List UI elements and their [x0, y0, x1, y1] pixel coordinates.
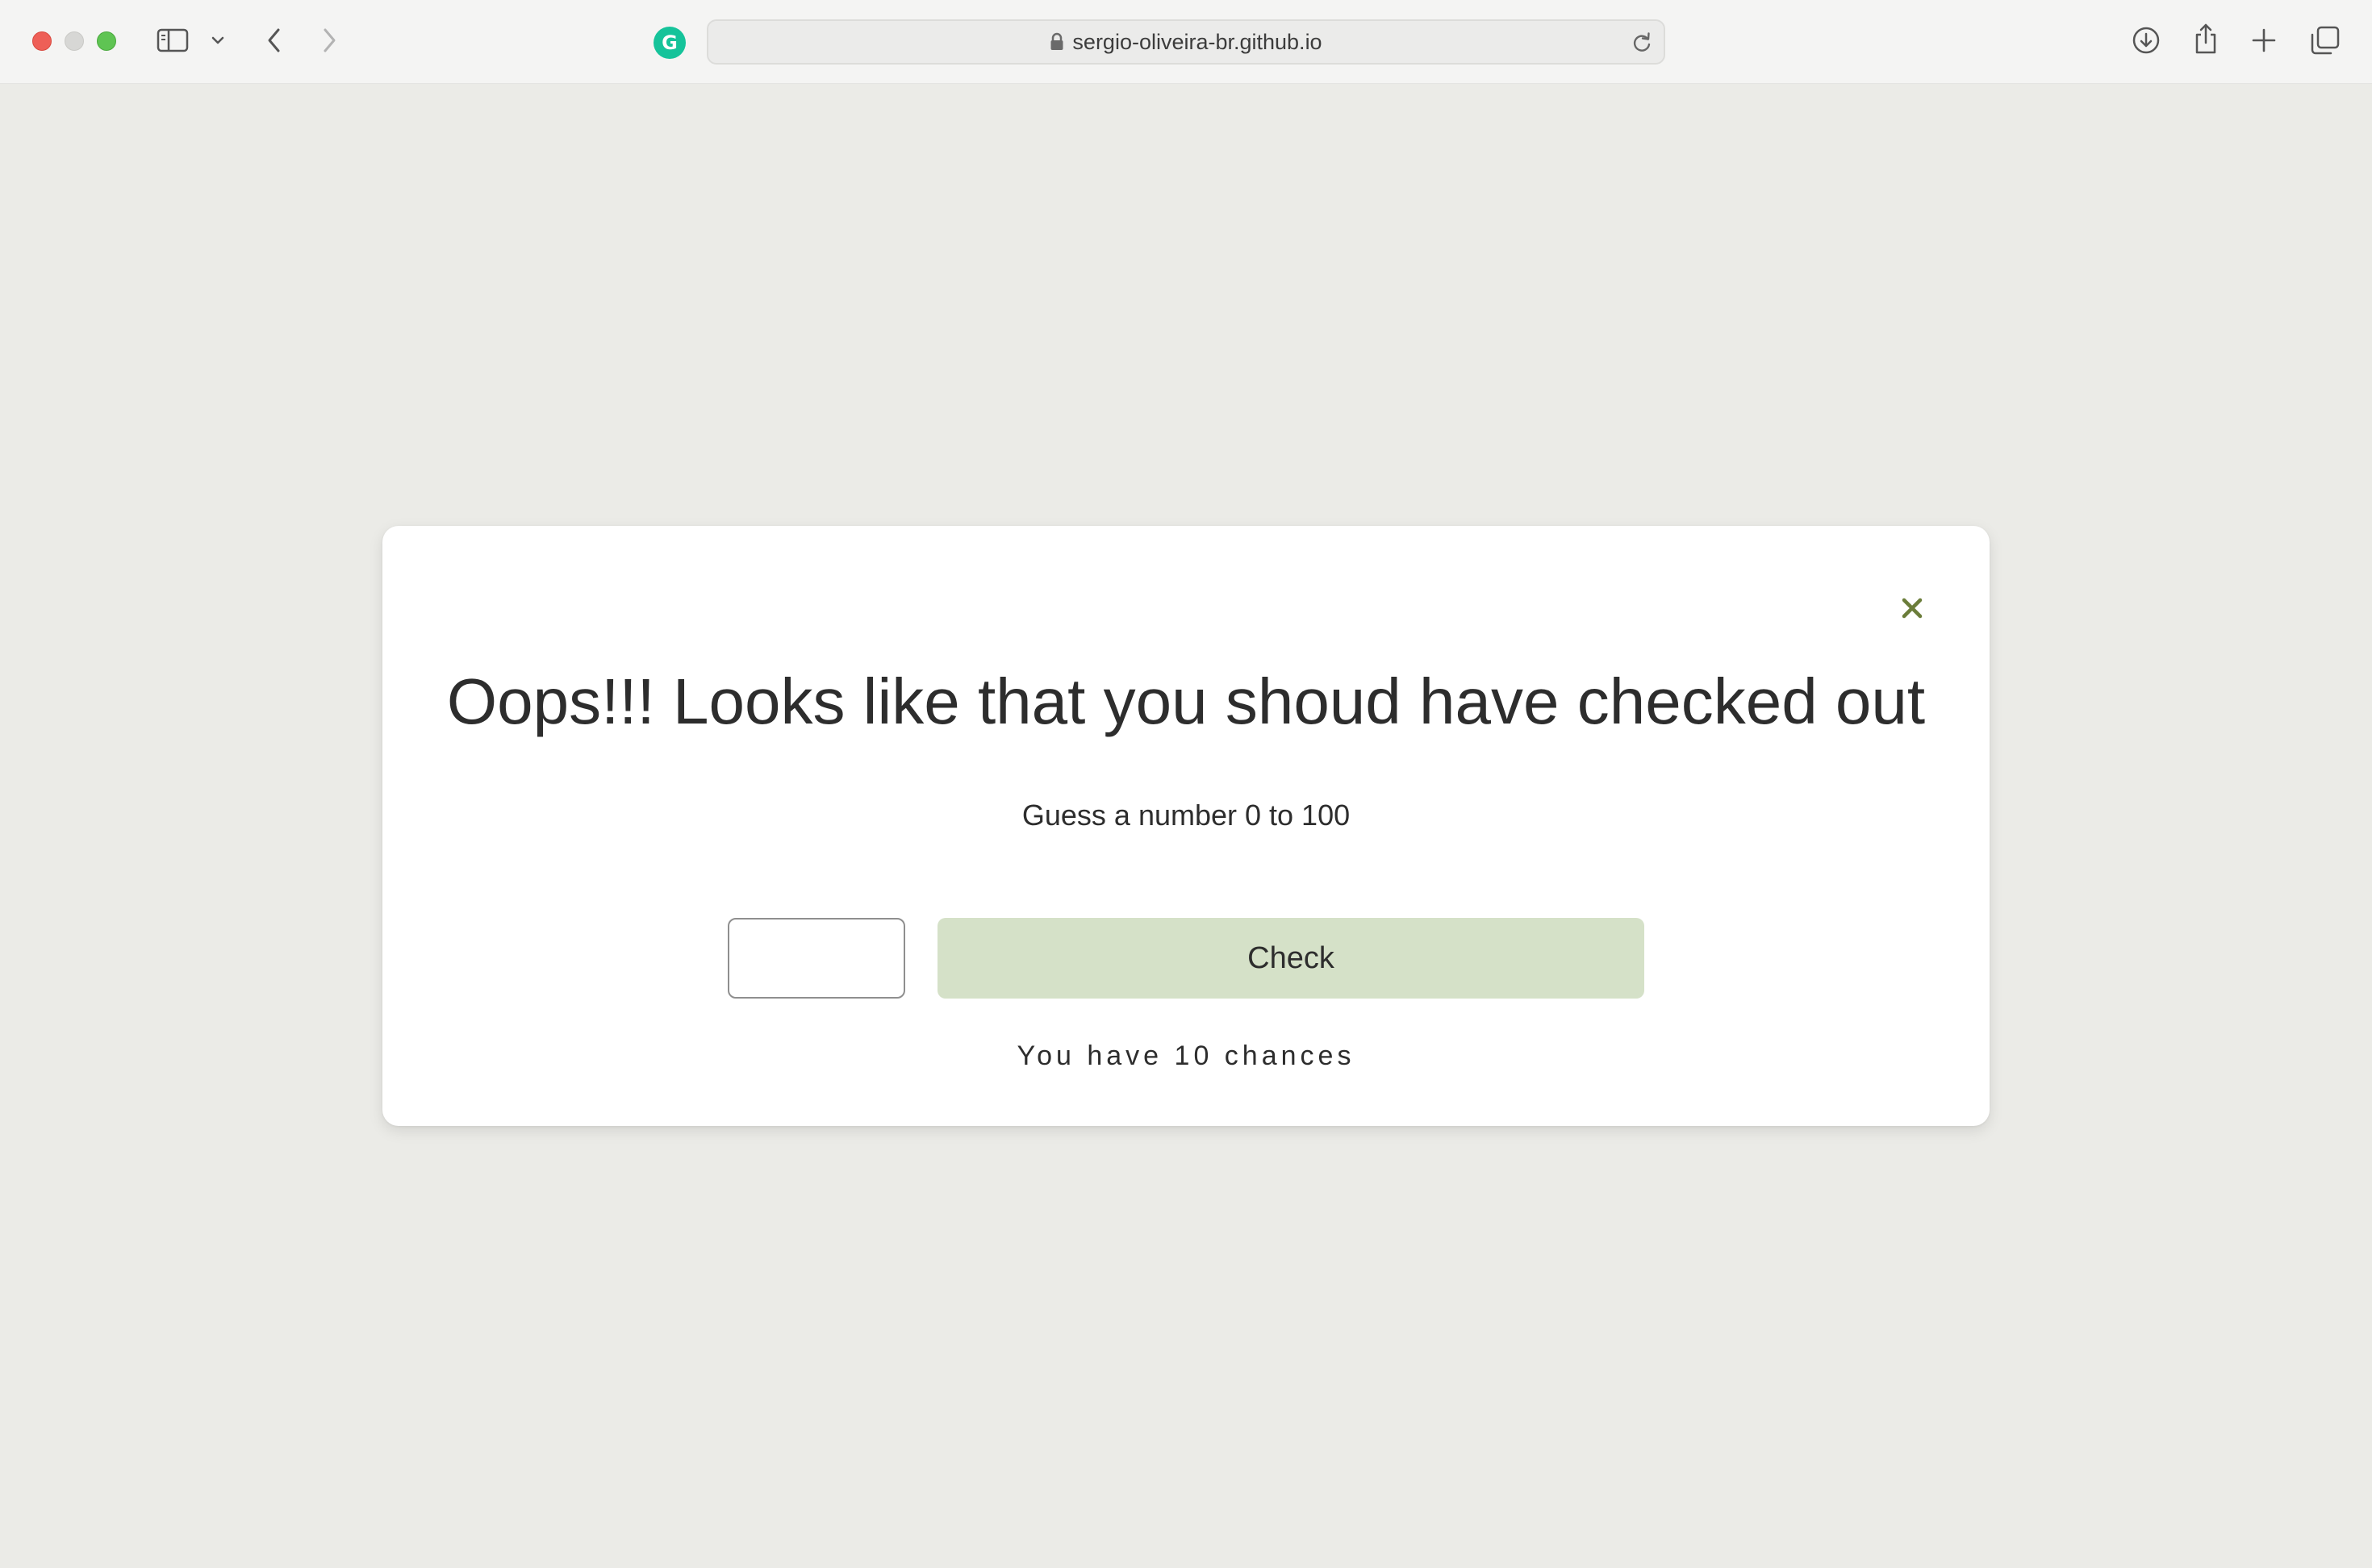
chevron-left-icon[interactable] [260, 24, 289, 56]
tabs-overview-icon[interactable] [2309, 24, 2341, 56]
reload-icon[interactable] [1631, 31, 1652, 58]
browser-window: G sergio-oliveira-br.github.io Oops!!! L… [0, 0, 2372, 1568]
sidebar-icon[interactable] [155, 26, 190, 55]
browser-toolbar: G sergio-oliveira-br.github.io [0, 0, 2372, 84]
chances-text: You have 10 chances [1017, 1040, 1355, 1071]
check-button[interactable]: Check [938, 918, 1644, 999]
minimize-window-button[interactable] [65, 31, 84, 51]
plus-icon[interactable] [2249, 26, 2278, 55]
download-icon[interactable] [2130, 24, 2162, 56]
chevron-down-icon[interactable] [208, 31, 228, 50]
close-icon[interactable] [1898, 594, 1927, 623]
share-icon[interactable] [2191, 21, 2220, 56]
lock-icon [1050, 32, 1064, 52]
guess-input[interactable] [728, 918, 905, 999]
grammarly-badge-letter: G [662, 31, 678, 54]
chevron-right-icon[interactable] [315, 24, 344, 56]
grammarly-icon[interactable]: G [654, 27, 686, 59]
modal-subtitle: Guess a number 0 to 100 [1021, 799, 1351, 832]
url-text: sergio-oliveira-br.github.io [1072, 29, 1322, 54]
close-window-button[interactable] [32, 31, 52, 51]
address-content: sergio-oliveira-br.github.io [708, 21, 1664, 63]
modal-title: Oops!!! Looks like that you shoud have c… [446, 665, 1926, 737]
zoom-window-button[interactable] [97, 31, 116, 51]
address-bar[interactable]: sergio-oliveira-br.github.io [707, 19, 1665, 65]
